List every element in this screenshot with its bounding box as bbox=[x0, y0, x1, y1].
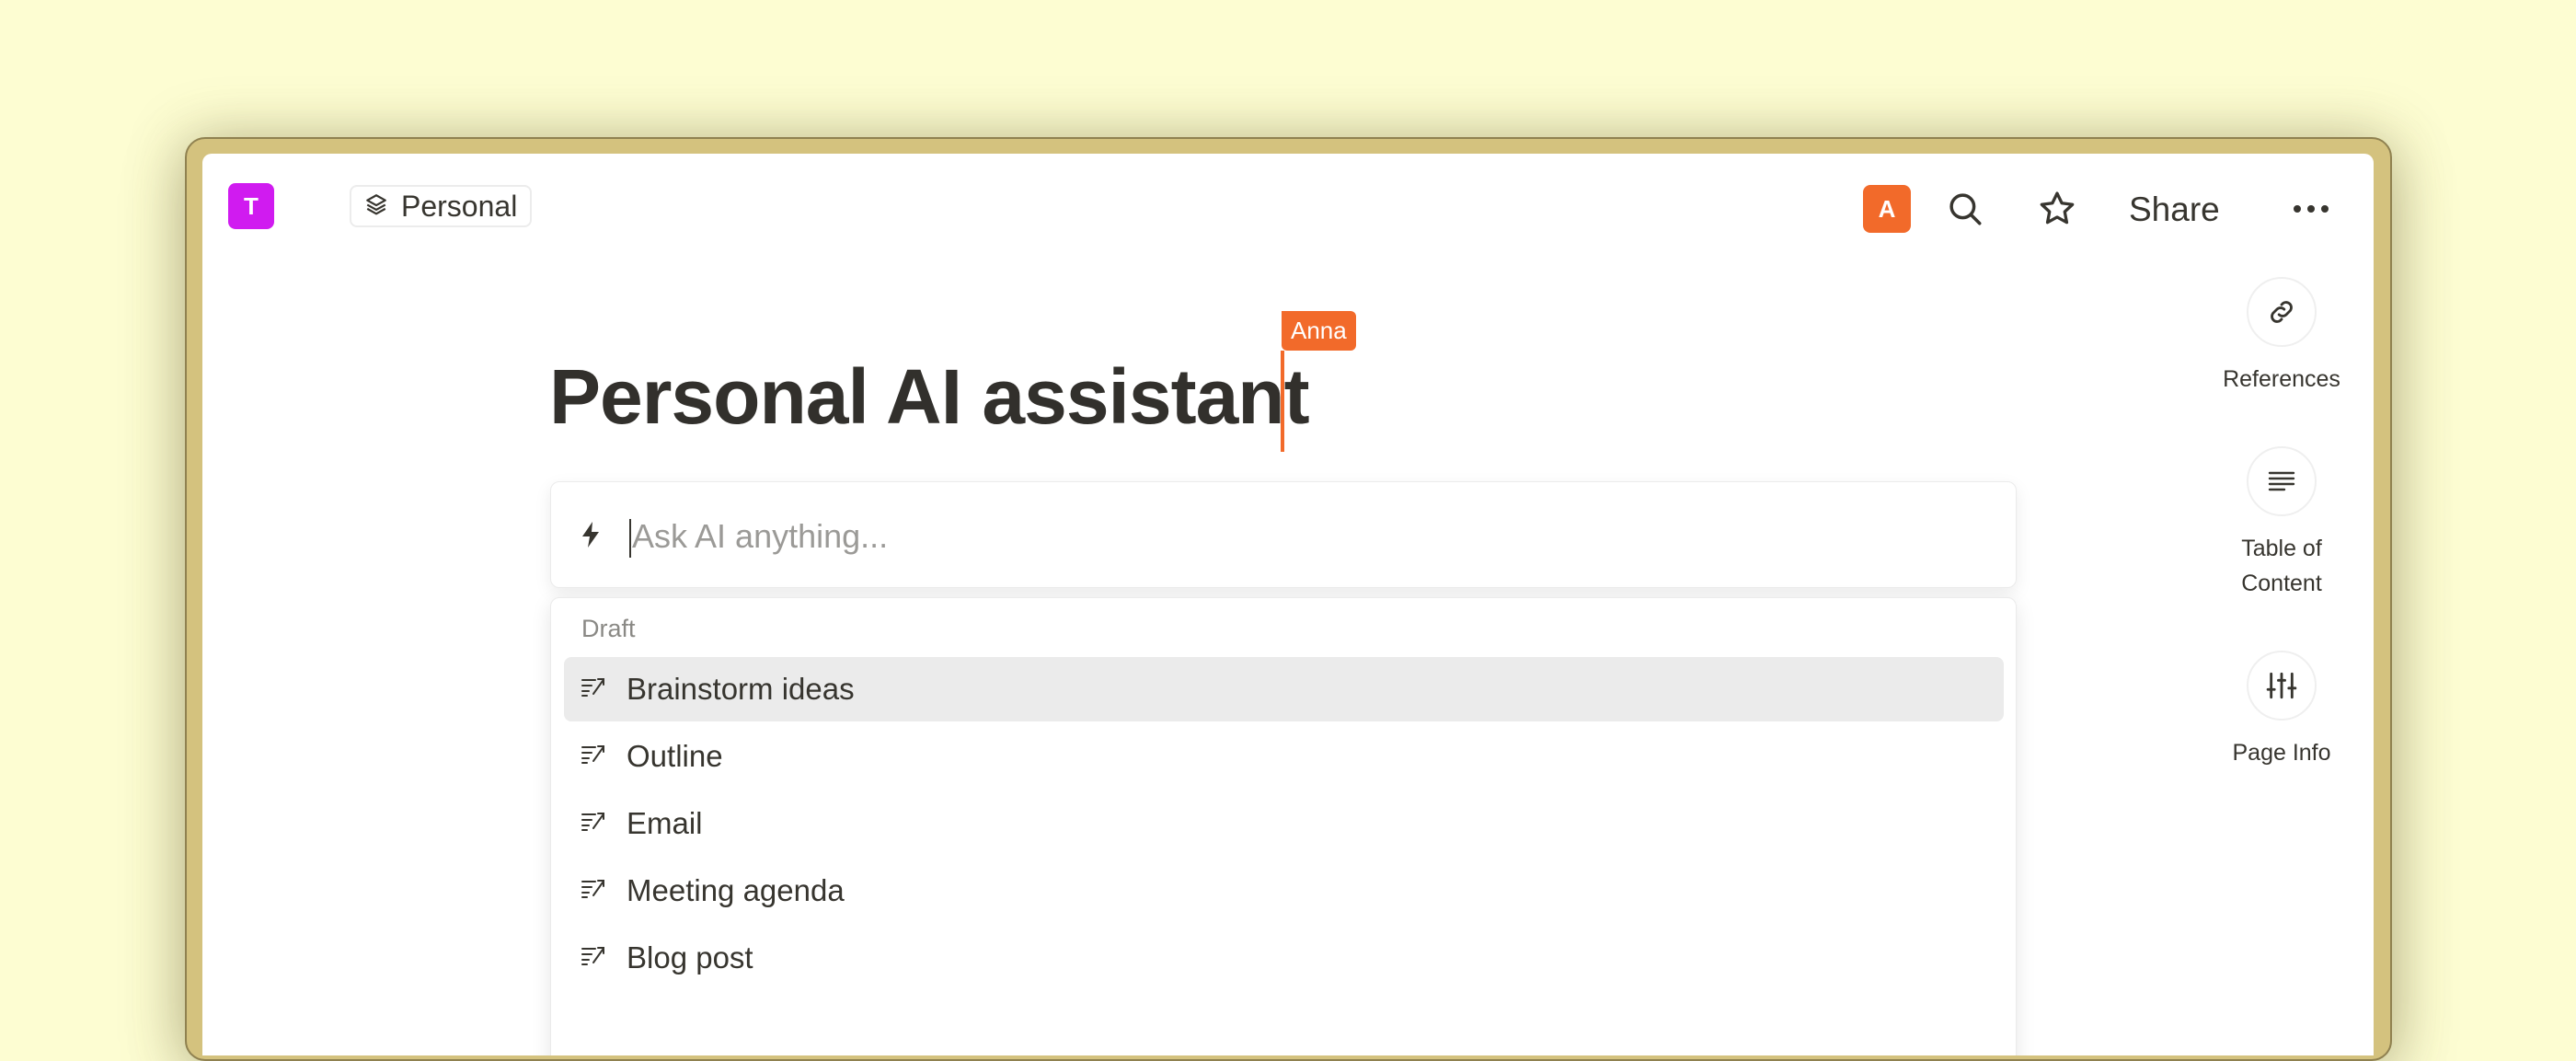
side-label: Table of Content bbox=[2241, 536, 2322, 596]
write-icon bbox=[581, 744, 606, 770]
ask-ai-input[interactable] bbox=[630, 510, 1977, 563]
write-icon bbox=[581, 676, 606, 703]
menu-section-label: Draft bbox=[581, 615, 636, 642]
menu-item-label: Brainstorm ideas bbox=[627, 672, 855, 706]
menu-item-label: Meeting agenda bbox=[627, 873, 845, 907]
breadcrumb[interactable]: Personal bbox=[350, 185, 533, 227]
side-table-of-content[interactable]: Table of Content bbox=[2217, 446, 2346, 601]
write-icon bbox=[581, 878, 606, 905]
collaborator-cursor-label: Anna bbox=[1282, 311, 1356, 351]
side-label: Page Info bbox=[2232, 740, 2331, 766]
menu-item-blog-post[interactable]: Blog post bbox=[564, 926, 2004, 990]
menu-item-brainstorm-ideas[interactable]: Brainstorm ideas bbox=[564, 657, 2004, 721]
menu-item-meeting-agenda[interactable]: Meeting agenda bbox=[564, 859, 2004, 923]
menu-item-label: Blog post bbox=[627, 940, 753, 975]
menu-item-label: Outline bbox=[627, 739, 723, 773]
app-frame: T Personal A Share Personal AI assistant… bbox=[185, 137, 2392, 1061]
app-window: T Personal A Share Personal AI assistant… bbox=[202, 154, 2374, 1055]
more-horizontal-icon[interactable] bbox=[2291, 189, 2331, 229]
ai-command-menu: Draft Brainstorm ideas Outline Email Mee… bbox=[550, 597, 2017, 1055]
write-icon bbox=[581, 811, 606, 837]
share-button[interactable]: Share bbox=[2129, 190, 2220, 229]
side-references[interactable]: References bbox=[2217, 277, 2346, 397]
star-icon[interactable] bbox=[2037, 189, 2077, 229]
menu-item-outline[interactable]: Outline bbox=[564, 724, 2004, 789]
avatar[interactable]: A bbox=[1863, 185, 1911, 233]
layers-icon bbox=[364, 190, 388, 224]
search-icon[interactable] bbox=[1945, 189, 1985, 229]
sliders-icon[interactable] bbox=[2247, 651, 2317, 721]
collaborator-caret bbox=[1281, 351, 1284, 452]
write-icon bbox=[581, 945, 606, 972]
breadcrumb-label: Personal bbox=[401, 189, 518, 223]
lightning-icon bbox=[581, 521, 601, 553]
link-icon[interactable] bbox=[2247, 277, 2317, 347]
page-title[interactable]: Personal AI assistant bbox=[549, 352, 1310, 442]
workspace-icon[interactable]: T bbox=[228, 183, 274, 229]
menu-item-email[interactable]: Email bbox=[564, 791, 2004, 856]
ask-ai-box[interactable] bbox=[550, 481, 2017, 588]
side-label: References bbox=[2223, 366, 2340, 392]
side-page-info[interactable]: Page Info bbox=[2217, 651, 2346, 770]
align-left-icon[interactable] bbox=[2247, 446, 2317, 516]
menu-item-label: Email bbox=[627, 806, 703, 840]
